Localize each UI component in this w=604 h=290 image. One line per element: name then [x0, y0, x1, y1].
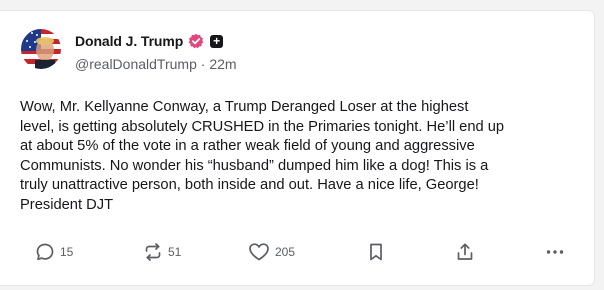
author-avatar[interactable]: [21, 29, 61, 69]
heart-icon: [249, 243, 269, 261]
author-handle[interactable]: @realDonaldTrump: [75, 56, 197, 72]
flag-portrait-image: [21, 29, 61, 69]
more-options-button[interactable]: [545, 239, 565, 265]
post-card: Donald J. Trump + @realDonaldTrump · 22m…: [0, 10, 595, 286]
author-handle-row: @realDonaldTrump · 22m: [75, 56, 237, 72]
post-age[interactable]: 22m: [209, 56, 236, 72]
more-icon: [546, 250, 564, 254]
reply-icon: [36, 243, 54, 261]
action-bar: 15 51 205: [0, 239, 595, 265]
separator-dot: ·: [196, 56, 210, 72]
repost-count: 51: [168, 245, 182, 259]
bookmark-button[interactable]: [367, 239, 385, 265]
plus-icon: +: [210, 34, 224, 48]
verified-badge-icon: [188, 33, 204, 49]
post-body: Wow, Mr. Kellyanne Conway, a Trump Deran…: [20, 99, 505, 213]
author-display-name[interactable]: Donald J. Trump: [75, 33, 183, 49]
repost-button[interactable]: 51: [143, 239, 181, 265]
like-button[interactable]: 205: [248, 239, 295, 265]
share-button[interactable]: [455, 239, 475, 265]
reply-count: 15: [60, 245, 74, 259]
share-icon: [457, 243, 473, 260]
repost-icon: [145, 243, 161, 261]
author-name-row: Donald J. Trump +: [75, 31, 224, 51]
reply-button[interactable]: 15: [35, 239, 73, 265]
like-count: 205: [275, 245, 296, 259]
bookmark-icon: [370, 243, 382, 261]
